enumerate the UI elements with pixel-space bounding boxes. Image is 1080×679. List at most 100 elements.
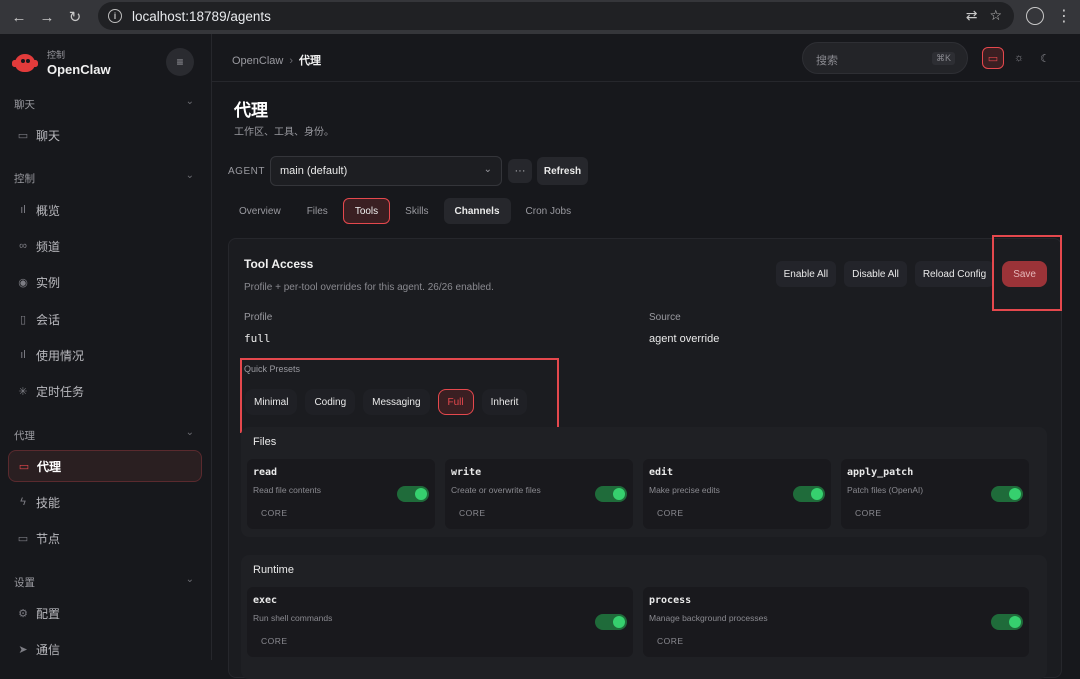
tool-name: write	[451, 467, 482, 478]
site-info-icon[interactable]: i	[108, 9, 122, 23]
disable-all-button[interactable]: Disable All	[844, 261, 907, 287]
sidebar-item-label: 通信	[36, 642, 61, 657]
sidebar-section-settings[interactable]: 设置 ⌄	[14, 574, 194, 590]
tool-description: Run shell commands	[253, 613, 333, 623]
breadcrumb-root[interactable]: OpenClaw	[232, 55, 283, 67]
sidebar-item-usage[interactable]: ıl 使用情况	[8, 339, 202, 371]
tool-description: Patch files (OpenAI)	[847, 485, 924, 495]
tab-files[interactable]: Files	[296, 198, 339, 224]
address-bar[interactable]: i localhost:18789/agents ⇄ ☆	[98, 2, 1014, 30]
profile-value: full	[244, 332, 271, 345]
search-shortcut: ⌘K	[931, 52, 955, 65]
chevron-down-icon: ⌄	[185, 574, 194, 585]
tool-tag: CORE	[261, 636, 288, 646]
tab-skills[interactable]: Skills	[394, 198, 439, 224]
highlight-box-save	[992, 235, 1062, 311]
tool-description: Read file contents	[253, 485, 322, 495]
moon-icon[interactable]: ☾	[1034, 47, 1056, 69]
tool-toggle-edit[interactable]	[793, 486, 825, 502]
reload-config-button[interactable]: Reload Config	[914, 261, 995, 287]
sidebar-section-control[interactable]: 控制 ⌄	[14, 170, 194, 186]
highlight-box-presets	[240, 358, 559, 433]
bar-chart-icon: ıl	[20, 204, 26, 216]
collapse-sidebar-button[interactable]: ≡	[166, 48, 194, 76]
address-url[interactable]: localhost:18789/agents	[132, 9, 271, 24]
tab-cron-jobs[interactable]: Cron Jobs	[515, 198, 583, 224]
tab-channels[interactable]: Channels	[443, 198, 511, 224]
chevron-down-icon: ⌄	[185, 170, 194, 181]
sidebar-section-agents[interactable]: 代理 ⌄	[14, 427, 194, 443]
forward-icon[interactable]: →	[36, 6, 58, 28]
chevron-down-icon: ⌄	[185, 427, 194, 438]
sidebar-item-skills[interactable]: ϟ 技能	[8, 486, 202, 518]
sidebar-item-label: 技能	[36, 495, 61, 510]
bookmark-star-icon[interactable]: ☆	[989, 7, 1002, 24]
sidebar-item-nodes[interactable]: ▭ 节点	[8, 522, 202, 554]
sidebar-item-config[interactable]: ⚙ 配置	[8, 597, 202, 629]
enable-all-button[interactable]: Enable All	[775, 261, 837, 287]
back-icon[interactable]: ←	[8, 6, 30, 28]
link-icon: ∞	[19, 240, 27, 252]
tool-tag: CORE	[657, 508, 684, 518]
zap-icon: ϟ	[20, 496, 26, 508]
tool-card-apply-patch: apply_patch Patch files (OpenAI) CORE	[841, 459, 1029, 529]
sidebar-item-channels[interactable]: ∞ 频道	[8, 230, 202, 262]
sidebar-item-label: 定时任务	[36, 384, 85, 399]
chevron-down-icon: ⌄	[185, 96, 194, 107]
brand-name: OpenClaw	[47, 62, 111, 77]
sidebar-item-sessions[interactable]: ▯ 会话	[8, 303, 202, 335]
sidebar-item-label: 概览	[36, 203, 61, 218]
tool-access-card: Tool Access Profile + per-tool overrides…	[228, 235, 1062, 679]
sidebar-item-agents[interactable]: ▭ 代理	[8, 450, 202, 482]
sidebar-item-cron[interactable]: ✳ 定时任务	[8, 375, 202, 407]
monitor-icon[interactable]: ▭	[982, 47, 1004, 69]
search-input[interactable]: 搜索 ⌘K	[802, 42, 968, 74]
sidebar-section-chat[interactable]: 聊天 ⌄	[14, 96, 194, 112]
translate-icon[interactable]: ⇄	[966, 7, 978, 24]
tool-description: Manage background processes	[649, 613, 768, 623]
tool-tag: CORE	[855, 508, 882, 518]
main-content: 代理 工作区、工具、身份。 AGENT main (default) ⌄ ···…	[212, 82, 1080, 679]
sidebar-item-chat[interactable]: ▭ 聊天	[8, 119, 202, 151]
sun-icon[interactable]: ☼	[1008, 47, 1030, 69]
agent-select[interactable]: main (default) ⌄	[270, 156, 502, 186]
more-options-button[interactable]: ···	[508, 159, 532, 183]
profile-icon[interactable]	[1026, 7, 1044, 25]
tool-toggle-exec[interactable]	[595, 614, 627, 630]
tool-toggle-read[interactable]	[397, 486, 429, 502]
theme-switcher: ▭ ☼ ☾	[978, 42, 1074, 74]
sidebar-item-label: 聊天	[36, 128, 61, 143]
chevron-down-icon: ⌄	[483, 164, 492, 175]
tool-card-write: write Create or overwrite files CORE	[445, 459, 633, 529]
tool-tag: CORE	[459, 508, 486, 518]
tool-toggle-write[interactable]	[595, 486, 627, 502]
agent-tabs: Overview Files Tools Skills Channels Cro…	[228, 198, 586, 226]
sidebar-item-overview[interactable]: ıl 概览	[8, 194, 202, 226]
folder-icon: ▭	[18, 460, 30, 473]
breadcrumb-separator: ›	[289, 55, 294, 67]
browser-menu-icon[interactable]: ⋮	[1056, 6, 1072, 26]
reload-icon[interactable]: ↻	[64, 6, 86, 28]
section-label: 设置	[14, 577, 35, 589]
tab-tools[interactable]: Tools	[342, 198, 391, 224]
section-label: 代理	[14, 430, 35, 442]
tab-overview[interactable]: Overview	[228, 198, 292, 224]
sidebar-item-communication[interactable]: ➤ 通信	[8, 633, 202, 665]
tool-access-subtitle: Profile + per-tool overrides for this ag…	[244, 282, 494, 293]
monitor-icon: ▭	[17, 532, 29, 545]
tool-card-exec: exec Run shell commands CORE	[247, 587, 633, 657]
sidebar-item-label: 配置	[36, 606, 61, 621]
breadcrumb: OpenClaw › 代理	[232, 52, 321, 68]
tool-access-title: Tool Access	[244, 257, 314, 271]
tool-tag: CORE	[657, 636, 684, 646]
tool-toggle-process[interactable]	[991, 614, 1023, 630]
tool-name: exec	[253, 595, 278, 606]
tool-group-title: Files	[253, 436, 277, 448]
tool-toggle-apply-patch[interactable]	[991, 486, 1023, 502]
brand[interactable]: 控制 OpenClaw	[12, 48, 111, 77]
refresh-button[interactable]: Refresh	[537, 157, 588, 185]
sidebar-item-instances[interactable]: ◉ 实例	[8, 266, 202, 298]
sidebar: 控制 OpenClaw ≡ 聊天 ⌄ ▭ 聊天 控制 ⌄ ıl 概览 ∞ 频道 ◉ 实例 ▯…	[0, 34, 212, 660]
sidebar-item-label: 使用情况	[36, 348, 85, 363]
sidebar-item-label: 代理	[37, 459, 62, 474]
